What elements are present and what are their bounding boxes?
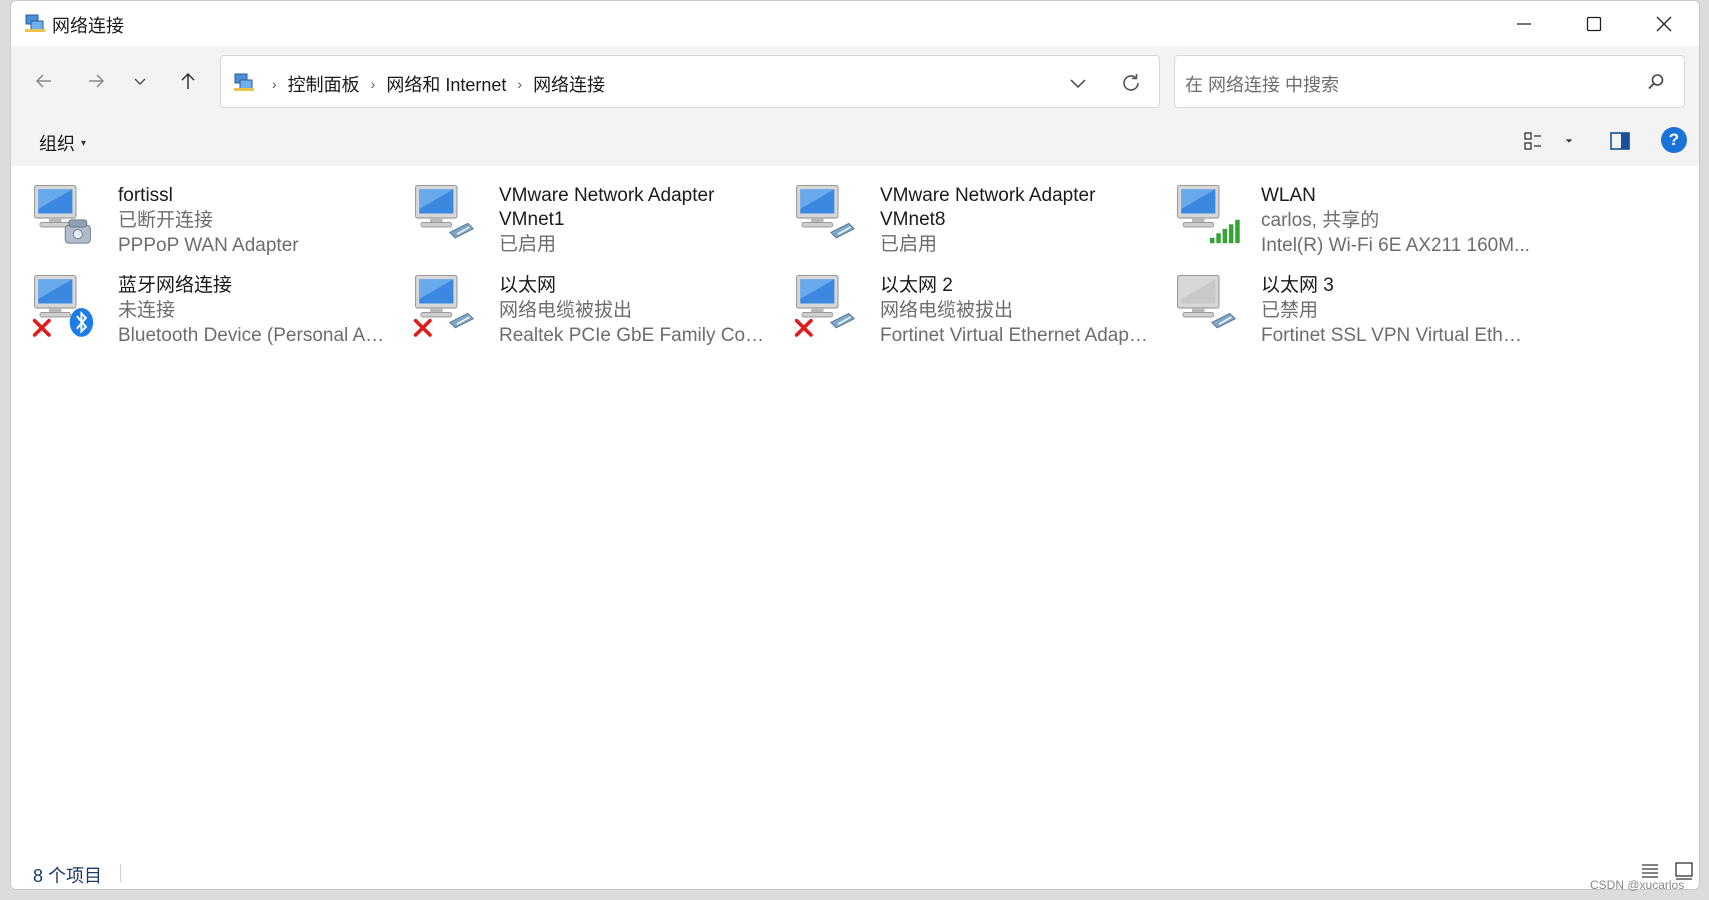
- connection-item[interactable]: VMware Network Adapter VMnet1 已启用: [392, 176, 762, 261]
- connection-status: 未连接: [118, 300, 176, 321]
- connection-status: 已断开连接: [118, 210, 214, 231]
- arrow-up-icon: [181, 72, 195, 89]
- wifi-signal-icon: [1177, 185, 1240, 244]
- connection-item[interactable]: 以太网网络电缆被拔出 Realtek PCIe GbE Family Contr.…: [392, 266, 769, 351]
- connection-item[interactable]: 蓝牙网络连接 未连接 Bluetooth Device (Personal Are.…: [11, 266, 388, 351]
- minimize-button[interactable]: [1489, 1, 1559, 46]
- connection-name: VMware Network Adapter VMnet1: [499, 185, 715, 230]
- breadcrumb-separator[interactable]: ›: [371, 76, 376, 92]
- connection-name: 以太网: [499, 275, 557, 296]
- connection-item[interactable]: WLAN carlos, 共享的 Intel(R) Wi-Fi 6E AX211 1…: [1154, 176, 1530, 261]
- breadcrumb-control-panel[interactable]: 控制面板: [288, 71, 360, 97]
- breadcrumb: › 控制面板 › 网络和 Internet › 网络连接: [261, 71, 605, 97]
- network-adapter-icon: [796, 185, 855, 239]
- connection-name: 蓝牙网络连接: [118, 275, 233, 296]
- caret-down-icon: [1565, 139, 1573, 143]
- connection-status: 已禁用: [1261, 300, 1319, 321]
- connection-status: 网络电缆被拔出: [880, 300, 1014, 321]
- connection-text: 蓝牙网络连接 未连接 Bluetooth Device (Personal Are.…: [118, 274, 388, 348]
- arrow-right-icon: [89, 74, 105, 88]
- network-adapter-icon: [794, 275, 855, 337]
- connection-item[interactable]: 以太网 2 网络电缆被拔出 Fortinet Virtual Ethernet Ad…: [773, 266, 1150, 351]
- explorer-window: 网络连接 › 控制面板 › 网络和 Internet › 网络连接 在 网络连接…: [10, 0, 1700, 890]
- address-bar[interactable]: › 控制面板 › 网络和 Internet › 网络连接: [220, 55, 1160, 108]
- preview-pane-icon[interactable]: [1608, 129, 1632, 153]
- connection-name: 以太网 3: [1261, 275, 1334, 296]
- connection-text: 以太网 2 网络电缆被拔出 Fortinet Virtual Ethernet Ad…: [880, 274, 1150, 348]
- search-input[interactable]: 在 网络连接 中搜索: [1185, 71, 1339, 97]
- search-icon[interactable]: [1646, 72, 1666, 92]
- search-box[interactable]: 在 网络连接 中搜索: [1174, 55, 1685, 108]
- watermark: CSDN @xucarlos: [1590, 878, 1685, 892]
- caret-down-icon: ▾: [81, 137, 87, 149]
- connection-text: VMware Network Adapter VMnet8 已启用: [880, 184, 1150, 257]
- connection-status: carlos, 共享的: [1261, 210, 1380, 231]
- recent-locations-button[interactable]: [125, 66, 155, 96]
- connection-device: Intel(R) Wi-Fi 6E AX211 160M...: [1261, 235, 1530, 256]
- connection-item[interactable]: VMware Network Adapter VMnet8 已启用: [773, 176, 1143, 261]
- maximize-button[interactable]: [1559, 1, 1629, 46]
- chevron-down-icon[interactable]: [1067, 72, 1089, 94]
- connection-device: Fortinet Virtual Ethernet Adapt...: [880, 325, 1150, 346]
- title-bar: 网络连接: [11, 1, 1699, 46]
- navigation-bar: › 控制面板 › 网络和 Internet › 网络连接 在 网络连接 中搜索: [11, 46, 1699, 116]
- item-count: 8 个项目: [33, 866, 103, 886]
- close-icon: [1656, 16, 1672, 31]
- connection-device: PPPoP WAN Adapter: [118, 235, 299, 256]
- connection-item[interactable]: 以太网 3 已禁用 Fortinet SSL VPN Virtual Ethern.…: [1154, 266, 1531, 351]
- status-bar: 8 个项目: [11, 846, 1699, 889]
- connection-name: WLAN: [1261, 185, 1316, 206]
- connection-name: VMware Network Adapter VMnet8: [880, 185, 1096, 230]
- connection-device: Fortinet SSL VPN Virtual Ethern...: [1261, 325, 1531, 346]
- breadcrumb-separator[interactable]: ›: [517, 76, 522, 92]
- status-divider: [120, 864, 121, 882]
- minimize-icon: [1517, 22, 1531, 25]
- connection-text: WLAN carlos, 共享的 Intel(R) Wi-Fi 6E AX211 1…: [1261, 184, 1531, 258]
- breadcrumb-separator[interactable]: ›: [272, 76, 277, 92]
- view-options-icon: [1524, 132, 1541, 150]
- connection-text: 以太网 3 已禁用 Fortinet SSL VPN Virtual Ethern.…: [1261, 274, 1531, 348]
- network-adapter-disabled-icon: [1177, 275, 1236, 329]
- bluetooth-icon: [32, 275, 94, 337]
- connection-status: 已启用: [880, 234, 938, 255]
- connection-device: Bluetooth Device (Personal Are...: [118, 325, 388, 346]
- arrow-left-icon: [35, 74, 51, 88]
- refresh-icon[interactable]: [1119, 71, 1143, 95]
- connection-name: 以太网 2: [880, 275, 953, 296]
- connection-device: Realtek PCIe GbE Family Contr...: [499, 325, 769, 346]
- organize-button[interactable]: 组织 ▾: [39, 130, 86, 156]
- network-adapter-icon: [415, 185, 474, 239]
- up-button[interactable]: [173, 66, 203, 96]
- forward-button[interactable]: [81, 66, 111, 96]
- close-button[interactable]: [1629, 1, 1699, 46]
- connection-status: 已启用: [499, 234, 557, 255]
- window-title: 网络连接: [52, 16, 124, 36]
- connection-status: 网络电缆被拔出: [499, 300, 633, 321]
- organize-label: 组织: [39, 134, 75, 154]
- breadcrumb-network-internet[interactable]: 网络和 Internet: [386, 71, 506, 97]
- network-connections-icon: [25, 14, 45, 32]
- dialup-modem-icon: [34, 185, 91, 244]
- back-button[interactable]: [29, 66, 59, 96]
- breadcrumb-network-connections[interactable]: 网络连接: [533, 71, 605, 97]
- connections-list: fortissl 已断开连接 PPPoP WAN Adapter VMware Ne…: [11, 166, 1699, 846]
- network-adapter-icon: [413, 275, 474, 337]
- help-button[interactable]: ?: [1661, 127, 1687, 153]
- connection-name: fortissl: [118, 185, 173, 206]
- change-view-button[interactable]: [1523, 130, 1575, 152]
- network-connections-icon: [234, 73, 254, 91]
- connection-item[interactable]: fortissl 已断开连接 PPPoP WAN Adapter: [11, 176, 381, 261]
- connection-text: 以太网网络电缆被拔出 Realtek PCIe GbE Family Contr.…: [499, 274, 769, 348]
- connection-text: fortissl 已断开连接 PPPoP WAN Adapter: [118, 184, 388, 258]
- maximize-icon: [1586, 16, 1602, 31]
- command-bar: 组织 ▾ ?: [11, 116, 1699, 166]
- connection-text: VMware Network Adapter VMnet1 已启用: [499, 184, 769, 257]
- chevron-down-icon: [134, 78, 146, 86]
